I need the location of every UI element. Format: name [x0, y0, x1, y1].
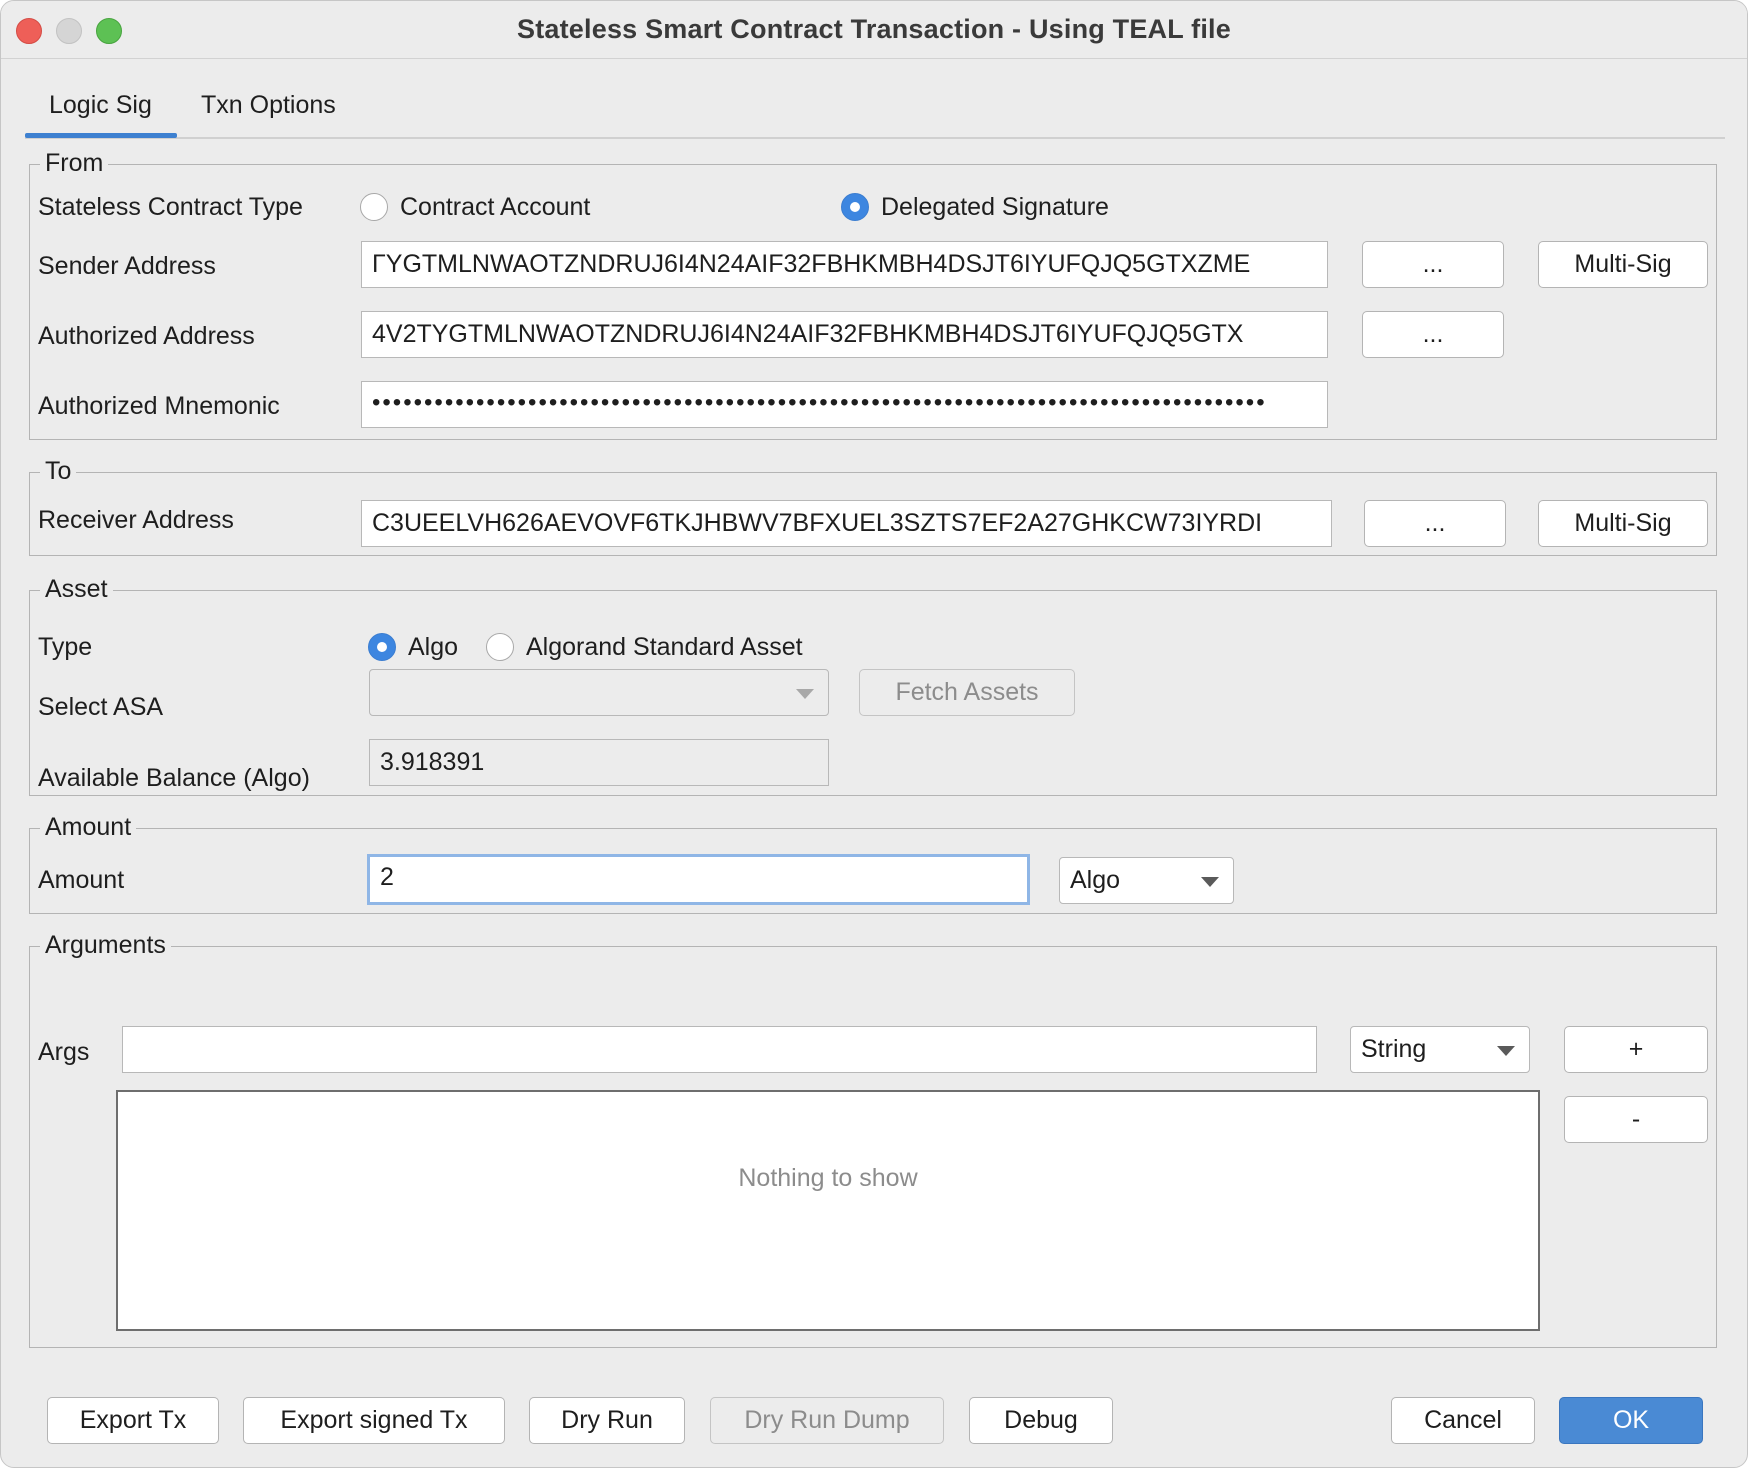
asa-radio[interactable] [486, 633, 514, 661]
args-list[interactable]: Nothing to show [116, 1090, 1540, 1331]
amount-input[interactable]: 2 [367, 854, 1030, 905]
sender-browse-button[interactable]: ... [1362, 241, 1504, 288]
contract-account-label[interactable]: Contract Account [400, 192, 590, 222]
contract-type-label: Stateless Contract Type [38, 193, 303, 221]
amount-unit-dropdown[interactable]: Algo [1059, 857, 1234, 904]
export-tx-button[interactable]: Export Tx [47, 1397, 219, 1444]
cancel-button[interactable]: Cancel [1391, 1397, 1535, 1444]
asset-group: Asset Type Algo Algorand Standard Asset … [29, 574, 1717, 796]
receiver-browse-button[interactable]: ... [1364, 500, 1506, 547]
chevron-down-icon [796, 689, 814, 699]
arguments-group: Arguments Args String + - Nothing to sho… [29, 930, 1717, 1348]
select-asa-dropdown[interactable] [369, 669, 829, 716]
amount-legend: Amount [40, 812, 137, 842]
active-tab-indicator [25, 133, 177, 138]
chevron-down-icon [1497, 1046, 1515, 1056]
export-signed-tx-button[interactable]: Export signed Tx [243, 1397, 505, 1444]
asa-radio-label[interactable]: Algorand Standard Asset [526, 632, 803, 662]
select-asa-label: Select ASA [38, 693, 164, 721]
remove-arg-button[interactable]: - [1564, 1096, 1708, 1143]
args-label: Args [38, 1038, 90, 1066]
asset-legend: Asset [40, 574, 113, 604]
ok-button[interactable]: OK [1559, 1397, 1703, 1444]
args-input[interactable] [122, 1026, 1317, 1073]
sender-address-field[interactable]: ΓYGTMLNWAOTZNDRUJ6I4N24AIF32FBHKMBH4DSJT… [361, 241, 1328, 288]
asset-type-label: Type [38, 633, 93, 661]
authorized-mnemonic-label: Authorized Mnemonic [38, 392, 280, 420]
amount-group: Amount Amount 2 Algo [29, 812, 1717, 914]
args-type-dropdown[interactable]: String [1350, 1026, 1530, 1073]
empty-list-placeholder: Nothing to show [738, 1164, 918, 1192]
dry-run-button[interactable]: Dry Run [529, 1397, 685, 1444]
title-bar: Stateless Smart Contract Transaction - U… [1, 1, 1747, 59]
receiver-address-field[interactable]: C3UEELVH626AEVOVF6TKJHBWV7BFXUEL3SZTS7EF… [361, 500, 1332, 547]
tab-logic-sig[interactable]: Logic Sig [49, 91, 152, 120]
sender-multisig-button[interactable]: Multi-Sig [1538, 241, 1708, 288]
available-balance-field: 3.918391 [369, 739, 829, 786]
debug-button[interactable]: Debug [969, 1397, 1113, 1444]
to-legend: To [40, 456, 77, 486]
authorized-address-field[interactable]: 4V2TYGTMLNWAOTZNDRUJ6I4N24AIF32FBHKMBH4D… [361, 311, 1328, 358]
amount-label: Amount [38, 866, 125, 894]
chevron-down-icon [1201, 877, 1219, 887]
dry-run-dump-button[interactable]: Dry Run Dump [710, 1397, 944, 1444]
authorized-browse-button[interactable]: ... [1362, 311, 1504, 358]
receiver-address-label: Receiver Address [38, 506, 234, 534]
arguments-legend: Arguments [40, 930, 171, 960]
from-legend: From [40, 148, 109, 178]
algo-radio[interactable] [368, 633, 396, 661]
tab-bar: Logic Sig Txn Options [25, 81, 1725, 139]
delegated-signature-radio[interactable] [841, 193, 869, 221]
contract-account-radio[interactable] [360, 193, 388, 221]
tab-txn-options[interactable]: Txn Options [201, 91, 336, 120]
from-group: From Stateless Contract Type Contract Ac… [29, 148, 1717, 440]
receiver-multisig-button[interactable]: Multi-Sig [1538, 500, 1708, 547]
available-balance-label: Available Balance (Algo) [38, 764, 310, 792]
fetch-assets-button[interactable]: Fetch Assets [859, 669, 1075, 716]
authorized-mnemonic-field[interactable]: ••••••••••••••••••••••••••••••••••••••••… [361, 381, 1328, 428]
add-arg-button[interactable]: + [1564, 1026, 1708, 1073]
window-title: Stateless Smart Contract Transaction - U… [517, 14, 1231, 44]
sender-address-label: Sender Address [38, 252, 216, 280]
amount-unit-value: Algo [1070, 866, 1121, 894]
authorized-address-label: Authorized Address [38, 322, 255, 350]
dialog-window: Stateless Smart Contract Transaction - U… [0, 0, 1748, 1468]
to-group: To Receiver Address C3UEELVH626AEVOVF6TK… [29, 456, 1717, 556]
algo-radio-label[interactable]: Algo [408, 632, 458, 662]
args-type-value: String [1361, 1035, 1427, 1063]
delegated-signature-label[interactable]: Delegated Signature [881, 192, 1109, 222]
